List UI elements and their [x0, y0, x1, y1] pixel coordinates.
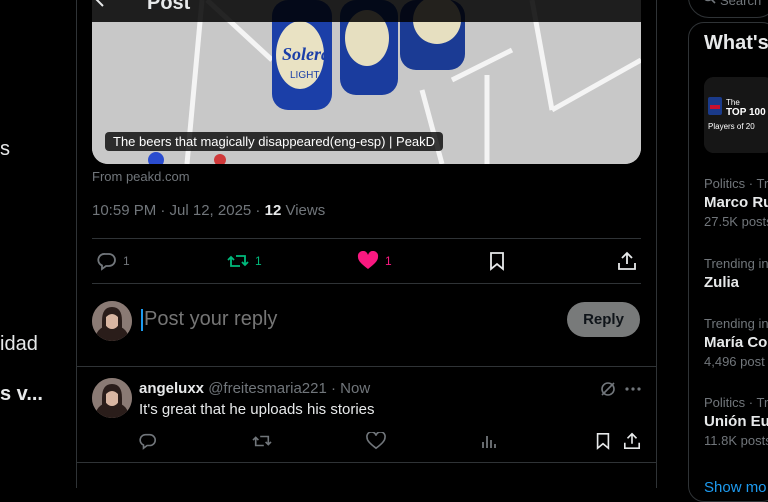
- trend-category: Politics · Tre: [704, 176, 768, 191]
- reply-icon: [139, 433, 156, 450]
- reply-count: 1: [123, 254, 130, 268]
- reply-input[interactable]: [142, 307, 546, 332]
- comment-author-name[interactable]: angeluxx: [139, 380, 204, 397]
- comment-time[interactable]: Now: [340, 380, 370, 397]
- repost-button[interactable]: 1: [227, 251, 262, 271]
- comment-separator: ·: [326, 380, 341, 397]
- promo-text-bottom: Players of 20: [708, 122, 755, 131]
- divider: [92, 283, 641, 284]
- comment-like-button[interactable]: [366, 431, 386, 455]
- views-label: Views: [281, 202, 326, 219]
- avatar[interactable]: [92, 301, 132, 341]
- nav-item[interactable]: idad: [0, 333, 38, 356]
- divider: [92, 238, 641, 239]
- bookmark-icon: [596, 432, 610, 450]
- share-button[interactable]: [617, 251, 637, 271]
- reply-icon: [97, 253, 116, 271]
- trend-item[interactable]: Politics · Tre Marco Ru 27.5K posts: [704, 176, 768, 229]
- trend-title: Zulia: [704, 274, 740, 291]
- comment-text: It's great that he uploads his stories: [139, 401, 375, 418]
- comment-share-button[interactable]: [623, 432, 641, 455]
- search-icon: [702, 0, 716, 9]
- avatar[interactable]: [92, 378, 132, 418]
- trend-count: 4,496 post: [704, 354, 765, 369]
- comment-reply-button[interactable]: [139, 432, 157, 455]
- comment-author-handle[interactable]: @freitesmaria221: [208, 380, 327, 397]
- divider: [77, 366, 656, 367]
- trend-title: María Co: [704, 334, 768, 351]
- repost-icon: [252, 435, 272, 447]
- trend-item[interactable]: Trending in Zulia: [704, 256, 768, 291]
- search-placeholder: Search: [720, 0, 762, 8]
- trend-category: Trending in: [704, 256, 768, 271]
- bottle-label-text: Solera: [282, 44, 330, 64]
- share-icon: [618, 251, 636, 270]
- trend-count: 11.8K posts: [704, 433, 768, 448]
- link-card-source[interactable]: From peakd.com: [92, 169, 190, 184]
- trend-title: Unión Eu: [704, 413, 768, 430]
- bottle-sub-text: LIGHT: [290, 70, 319, 81]
- trend-item[interactable]: Trending in María Co 4,496 post: [704, 316, 768, 369]
- trend-item[interactable]: Politics · Tr Unión Eu 11.8K posts: [704, 395, 768, 448]
- bookmark-button[interactable]: [487, 251, 507, 271]
- promo-text-top: The: [726, 98, 740, 107]
- more-options-icon[interactable]: [624, 380, 642, 403]
- comment-views-button[interactable]: [480, 432, 498, 455]
- trend-category: Trending in: [704, 316, 768, 331]
- promo-card[interactable]: The TOP 100 Players of 20: [704, 77, 768, 153]
- trend-title: Marco Ru: [704, 194, 768, 211]
- repost-count: 1: [255, 254, 262, 268]
- link-card-caption[interactable]: The beers that magically disappeared(eng…: [105, 132, 444, 151]
- left-nav: s idad s v...: [0, 0, 76, 488]
- page-title: Post: [147, 0, 191, 14]
- repost-icon: [227, 255, 249, 267]
- nav-item[interactable]: s: [0, 138, 10, 161]
- grok-icon[interactable]: [599, 380, 617, 403]
- divider: [77, 462, 656, 463]
- views-icon: [482, 436, 496, 448]
- trend-count: 27.5K posts: [704, 214, 768, 229]
- share-icon: [623, 432, 641, 450]
- reply-submit-button[interactable]: Reply: [567, 302, 640, 337]
- back-arrow-icon[interactable]: [95, 0, 113, 8]
- like-count: 1: [385, 254, 392, 268]
- trends-heading: What's: [704, 32, 768, 54]
- views-count: 12: [264, 202, 282, 219]
- post-meta: 10:59 PM · Jul 12, 2025 · 12 Views: [92, 202, 325, 219]
- bookmark-icon: [490, 252, 504, 271]
- trend-category: Politics · Tr: [704, 395, 768, 410]
- reply-button[interactable]: 1: [97, 251, 130, 271]
- comment-repost-button[interactable]: [252, 432, 272, 455]
- comment-bookmark-button[interactable]: [594, 432, 612, 455]
- like-button[interactable]: 1: [357, 251, 392, 271]
- post-timestamp[interactable]: 10:59 PM · Jul 12, 2025 ·: [92, 202, 265, 219]
- comment-header: angeluxx @freitesmaria221 · Now: [139, 380, 370, 397]
- heart-icon: [357, 251, 379, 269]
- promo-text-mid: TOP 100: [726, 107, 766, 118]
- nav-item[interactable]: s v...: [0, 383, 43, 406]
- heart-icon: [366, 431, 386, 450]
